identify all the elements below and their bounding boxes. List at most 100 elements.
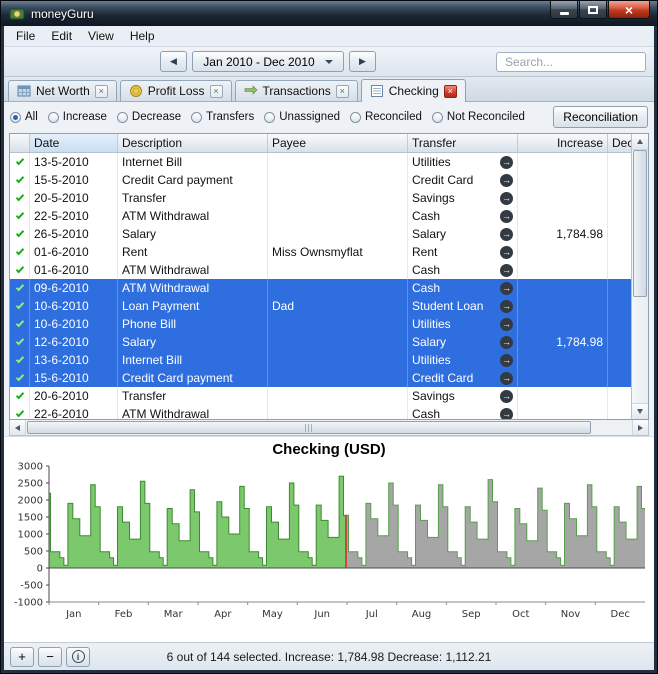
transfer-cell: Savings→ xyxy=(408,387,518,405)
increase-cell xyxy=(518,243,608,261)
table-row[interactable]: 01-6-2010ATM WithdrawalCash→ xyxy=(10,261,631,279)
table-row[interactable]: 20-5-2010TransferSavings→ xyxy=(10,189,631,207)
date-cell: 13-6-2010 xyxy=(30,351,118,369)
header-payee[interactable]: Payee xyxy=(268,134,408,152)
transfer-label: Savings xyxy=(412,191,455,205)
date-cell: 13-5-2010 xyxy=(30,153,118,171)
table-row[interactable]: 09-6-2010ATM WithdrawalCash→ xyxy=(10,279,631,297)
vertical-scrollbar[interactable] xyxy=(631,134,648,419)
tab-close-icon[interactable]: × xyxy=(95,85,108,98)
table-row[interactable]: 01-6-2010RentMiss OwnsmyflatRent→ xyxy=(10,243,631,261)
tab-close-icon[interactable]: × xyxy=(210,85,223,98)
transfer-arrow-icon[interactable]: → xyxy=(500,390,513,403)
scrollbar-thumb[interactable] xyxy=(633,150,647,297)
horizontal-scrollbar[interactable] xyxy=(9,420,649,436)
table-row[interactable]: 22-5-2010ATM WithdrawalCash→ xyxy=(10,207,631,225)
transfer-arrow-icon[interactable]: → xyxy=(500,156,513,169)
scrollbar-track[interactable] xyxy=(632,150,648,403)
scrollbar-track[interactable] xyxy=(26,420,632,435)
menu-help[interactable]: Help xyxy=(122,27,163,45)
date-range-select[interactable]: Jan 2010 - Dec 2010 xyxy=(192,51,344,72)
header-reconciled[interactable] xyxy=(10,134,30,152)
transfer-arrow-icon[interactable]: → xyxy=(500,372,513,385)
scroll-left-button[interactable] xyxy=(10,420,26,435)
remove-transaction-button[interactable]: − xyxy=(38,647,62,667)
header-increase[interactable]: Increase xyxy=(518,134,608,152)
table-row[interactable]: 12-6-2010SalarySalary→1,784.98 xyxy=(10,333,631,351)
reconciled-check-icon xyxy=(15,355,23,364)
add-transaction-button[interactable]: + xyxy=(10,647,34,667)
titlebar[interactable]: moneyGuru × xyxy=(1,1,657,26)
tab-transactions[interactable]: Transactions× xyxy=(235,80,358,101)
transfer-arrow-icon[interactable]: → xyxy=(500,192,513,205)
next-period-button[interactable]: ▶ xyxy=(349,51,376,72)
tab-close-icon[interactable]: × xyxy=(336,85,349,98)
filter-reconciled[interactable]: Reconciled xyxy=(350,111,422,123)
reconciled-check-icon xyxy=(15,265,23,274)
header-decrease[interactable]: Dec xyxy=(608,134,631,152)
transfer-arrow-icon[interactable]: → xyxy=(500,300,513,313)
transfer-arrow-icon[interactable]: → xyxy=(500,282,513,295)
table-row[interactable]: 15-5-2010Credit Card paymentCredit Card→ xyxy=(10,171,631,189)
maximize-button[interactable] xyxy=(579,1,607,19)
search-input[interactable] xyxy=(496,52,646,72)
description-cell: Credit Card payment xyxy=(118,369,268,387)
tab-checking[interactable]: Checking× xyxy=(361,79,466,102)
table-row[interactable]: 10-6-2010Phone BillUtilities→ xyxy=(10,315,631,333)
filter-increase[interactable]: Increase xyxy=(48,111,107,123)
profitloss-icon xyxy=(129,84,143,98)
description-cell: ATM Withdrawal xyxy=(118,207,268,225)
tab-close-icon[interactable]: × xyxy=(444,85,457,98)
header-description[interactable]: Description xyxy=(118,134,268,152)
transfer-arrow-icon[interactable]: → xyxy=(500,246,513,259)
table-row[interactable]: 20-6-2010TransferSavings→ xyxy=(10,387,631,405)
filter-all[interactable]: All xyxy=(10,111,38,123)
filter-decrease[interactable]: Decrease xyxy=(117,111,181,123)
filter-transfers[interactable]: Transfers xyxy=(191,111,254,123)
tab-net-worth[interactable]: Net Worth× xyxy=(8,80,117,101)
tab-profit-loss[interactable]: Profit Loss× xyxy=(120,80,232,101)
window-client-area: FileEditViewHelp ◀ Jan 2010 - Dec 2010 ▶… xyxy=(4,26,654,670)
decrease-cell xyxy=(608,279,631,297)
scroll-down-button[interactable] xyxy=(632,403,648,419)
table-row[interactable]: 22-6-2010ATM WithdrawalCash→ xyxy=(10,405,631,419)
transfer-arrow-icon[interactable]: → xyxy=(500,264,513,277)
payee-cell xyxy=(268,387,408,405)
date-cell: 01-6-2010 xyxy=(30,243,118,261)
transfer-arrow-icon[interactable]: → xyxy=(500,408,513,420)
reconciliation-button[interactable]: Reconciliation xyxy=(553,106,648,128)
date-cell: 12-6-2010 xyxy=(30,333,118,351)
table-row[interactable]: 10-6-2010Loan PaymentDadStudent Loan→ xyxy=(10,297,631,315)
header-date[interactable]: Date xyxy=(30,134,118,152)
description-cell: Salary xyxy=(118,333,268,351)
transfer-arrow-icon[interactable]: → xyxy=(500,174,513,187)
table-row[interactable]: 13-5-2010Internet BillUtilities→ xyxy=(10,153,631,171)
menu-view[interactable]: View xyxy=(80,27,122,45)
menu-edit[interactable]: Edit xyxy=(43,27,80,45)
scrollbar-thumb[interactable] xyxy=(27,421,591,434)
table-row[interactable]: 15-6-2010Credit Card paymentCredit Card→ xyxy=(10,369,631,387)
close-button[interactable]: × xyxy=(608,1,650,19)
transfer-arrow-icon[interactable]: → xyxy=(500,228,513,241)
filter-label: All xyxy=(25,111,38,123)
table-row[interactable]: 26-5-2010SalarySalary→1,784.98 xyxy=(10,225,631,243)
header-label: Increase xyxy=(557,136,603,150)
info-button[interactable]: i xyxy=(66,647,90,667)
prev-period-button[interactable]: ◀ xyxy=(160,51,187,72)
menu-file[interactable]: File xyxy=(8,27,43,45)
networth-icon xyxy=(17,84,31,98)
menubar: FileEditViewHelp xyxy=(4,26,654,47)
transfer-arrow-icon[interactable]: → xyxy=(500,336,513,349)
header-transfer[interactable]: Transfer xyxy=(408,134,518,152)
y-tick-label: 1500 xyxy=(18,513,43,524)
transfer-arrow-icon[interactable]: → xyxy=(500,354,513,367)
scroll-up-button[interactable] xyxy=(632,134,648,150)
table-row[interactable]: 13-6-2010Internet BillUtilities→ xyxy=(10,351,631,369)
minimize-button[interactable] xyxy=(550,1,578,19)
scroll-right-button[interactable] xyxy=(632,420,648,435)
transfer-arrow-icon[interactable]: → xyxy=(500,210,513,223)
filter-unassigned[interactable]: Unassigned xyxy=(264,111,340,123)
transfer-arrow-icon[interactable]: → xyxy=(500,318,513,331)
filter-not-reconciled[interactable]: Not Reconciled xyxy=(432,111,525,123)
payee-cell xyxy=(268,369,408,387)
